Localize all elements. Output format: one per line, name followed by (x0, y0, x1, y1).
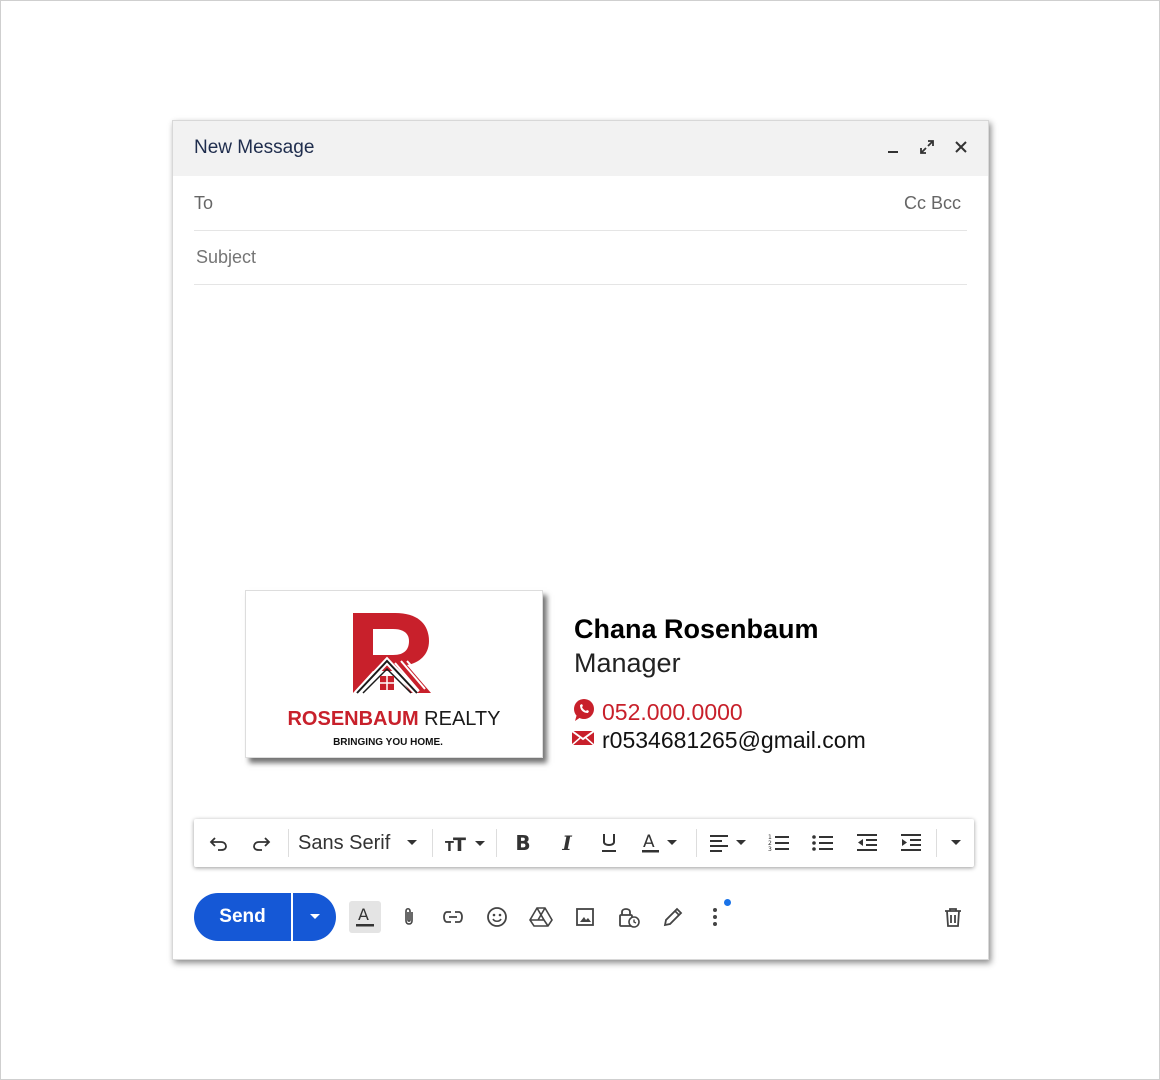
logo-brand-second: REALTY (424, 708, 501, 730)
separator (432, 829, 433, 857)
confidential-icon[interactable] (613, 901, 645, 933)
font-family-label: Sans Serif (298, 831, 391, 854)
send-button[interactable]: Send (194, 893, 291, 941)
indent-less-icon[interactable] (852, 829, 882, 857)
logo-brand: ROSENBAUM REALTY (246, 708, 542, 731)
more-formatting-icon[interactable] (944, 829, 968, 857)
window-controls (882, 135, 972, 159)
discard-icon[interactable] (937, 901, 969, 933)
chevron-down-icon (309, 914, 320, 919)
expand-icon[interactable] (916, 135, 938, 159)
to-input[interactable] (234, 188, 838, 218)
numbered-list-icon[interactable]: 123 (764, 829, 794, 857)
svg-text:A: A (643, 832, 655, 852)
svg-text:3: 3 (768, 846, 772, 853)
italic-icon[interactable]: I (552, 829, 582, 857)
drive-icon[interactable] (525, 901, 557, 933)
photo-icon[interactable] (569, 901, 601, 933)
emoji-icon[interactable] (481, 901, 513, 933)
signature-email-text[interactable]: r0534681265@gmail.com (602, 727, 866, 754)
to-row: To Cc Bcc (194, 176, 967, 231)
text-color-icon[interactable]: A (638, 829, 686, 857)
logo-tagline: BRINGING YOU HOME. (333, 737, 443, 748)
svg-text:A: A (358, 905, 369, 924)
compose-title: New Message (194, 137, 315, 158)
close-icon[interactable] (950, 135, 972, 159)
signature-logo-card: ROSENBAUM REALTY BRINGING YOU HOME. (245, 590, 543, 758)
bulleted-list-icon[interactable] (808, 829, 838, 857)
separator (936, 829, 937, 857)
redo-icon[interactable] (246, 829, 276, 857)
to-label: To (194, 193, 214, 213)
separator (288, 829, 289, 857)
signature-icon[interactable] (657, 901, 689, 933)
subject-input[interactable] (194, 242, 958, 272)
link-icon[interactable] (437, 901, 469, 933)
indent-more-icon[interactable] (896, 829, 926, 857)
font-family-select[interactable]: Sans Serif (298, 829, 428, 857)
whatsapp-icon (572, 698, 596, 727)
logo-brand-main: ROSENBAUM (287, 708, 419, 730)
separator (496, 829, 497, 857)
formatting-toolbar: Sans Serif TT B I A 123 (194, 819, 974, 867)
cc-bcc-link[interactable]: Cc Bcc (904, 193, 961, 214)
compose-header[interactable]: New Message (173, 121, 988, 176)
signature-phone: 052.000.0000 (572, 698, 743, 727)
signature-name: Chana Rosenbaum (574, 614, 819, 644)
chevron-down-icon (407, 840, 418, 845)
notification-dot (724, 899, 731, 906)
signature-role: Manager (574, 648, 681, 678)
separator (696, 829, 697, 857)
undo-icon[interactable] (204, 829, 234, 857)
compose-window: New Message To Cc Bcc Subject ROSENBAUM … (172, 120, 989, 960)
signature-phone-text[interactable]: 052.000.0000 (602, 699, 743, 726)
formatting-toggle-icon[interactable]: A (349, 901, 381, 933)
attach-icon[interactable] (393, 901, 425, 933)
schedule-send-button[interactable] (293, 893, 336, 941)
rosenbaum-logo-image (353, 613, 431, 695)
bold-icon[interactable]: B (508, 829, 538, 857)
svg-text:T: T (453, 834, 466, 853)
underline-icon[interactable] (594, 829, 624, 857)
mail-icon (571, 730, 595, 751)
subject-row (194, 230, 967, 285)
font-size-icon[interactable]: TT (442, 829, 490, 857)
align-icon[interactable] (706, 829, 754, 857)
signature-email: r0534681265@gmail.com (571, 727, 866, 754)
minimize-icon[interactable] (882, 135, 904, 159)
